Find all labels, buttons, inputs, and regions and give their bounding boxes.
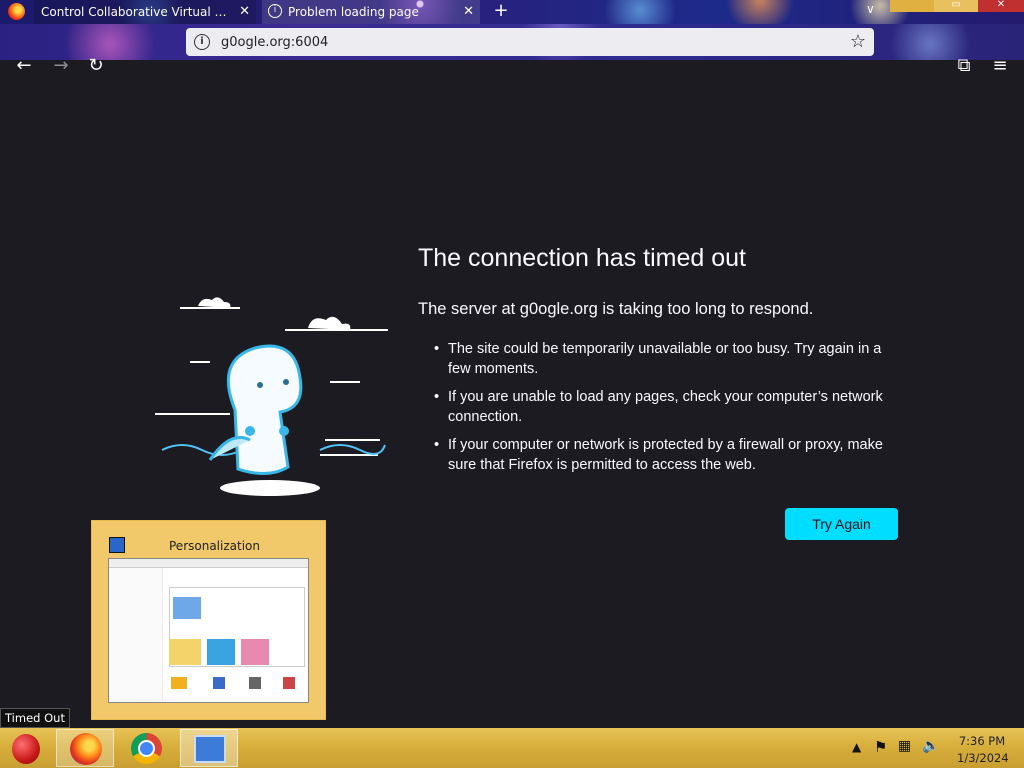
forward-icon[interactable]: → (50, 55, 72, 77)
chrome-icon (131, 733, 162, 764)
suggestion-item: If your computer or network is protected… (432, 435, 902, 475)
clock-time[interactable]: 7:36 PM (957, 734, 1007, 748)
list-tabs-icon[interactable]: ∨ (866, 2, 875, 16)
bookmark-star-icon[interactable]: ☆ (850, 31, 866, 52)
try-again-button[interactable]: Try Again (785, 508, 898, 540)
info-icon: i (268, 4, 282, 18)
menu-icon[interactable]: ≡ (989, 55, 1011, 77)
christmas-ornament-icon (12, 734, 40, 764)
firefox-icon (70, 733, 102, 765)
start-button[interactable] (0, 729, 52, 767)
window-controls: ▭ ✕ (890, 0, 1024, 12)
clock-date[interactable]: 1/3/2024 (957, 751, 1009, 765)
taskbar-control-panel[interactable] (180, 729, 238, 767)
window-preview[interactable] (108, 558, 309, 703)
tab-label: Problem loading page (288, 5, 419, 19)
show-hidden-icons[interactable]: ▲ (852, 740, 861, 754)
extensions-icon[interactable]: ⧉ (953, 55, 975, 77)
control-panel-icon (194, 735, 226, 763)
tooltip: Timed Out (0, 708, 70, 728)
taskbar-firefox[interactable] (56, 729, 114, 767)
action-center-flag-icon[interactable]: ⚑ (874, 738, 887, 756)
tab-problem-loading[interactable]: i Problem loading page ✕ (262, 0, 480, 24)
url-bar[interactable]: i g0ogle.org:6004 ☆ (186, 28, 874, 56)
maximize-button[interactable]: ▭ (934, 0, 978, 12)
error-suggestions: The site could be temporarily unavailabl… (432, 339, 902, 483)
tab-label: Control Collaborative Virtual Machine (41, 5, 231, 19)
personalization-icon (109, 537, 125, 553)
timeout-dino-illustration (155, 297, 388, 496)
reload-icon[interactable]: ↻ (85, 55, 107, 77)
thumbnail-title: Personalization (169, 539, 260, 553)
back-icon[interactable]: ← (13, 55, 35, 77)
taskbar-chrome[interactable] (118, 729, 176, 767)
taskbar-thumbnail-popup[interactable]: Personalization (91, 520, 326, 720)
close-window-button[interactable]: ✕ (978, 0, 1024, 12)
suggestion-item: If you are unable to load any pages, che… (432, 387, 902, 427)
network-icon[interactable]: ▦ (898, 738, 911, 754)
tab-control-collaborative[interactable]: Control Collaborative Virtual Machine ✕ (34, 0, 256, 24)
error-description: The server at g0ogle.org is taking too l… (418, 300, 814, 318)
site-info-icon[interactable]: i (194, 34, 210, 50)
suggestion-item: The site could be temporarily unavailabl… (432, 339, 902, 379)
new-tab-button[interactable]: + (492, 0, 510, 24)
tab-strip: Control Collaborative Virtual Machine ✕ … (0, 0, 1024, 24)
error-title: The connection has timed out (418, 244, 746, 272)
close-tab-icon[interactable]: ✕ (239, 4, 250, 20)
url-text[interactable]: g0ogle.org:6004 (221, 35, 328, 50)
close-tab-icon[interactable]: ✕ (463, 4, 474, 20)
minimize-button[interactable] (890, 0, 934, 12)
volume-muted-icon[interactable]: 🔈 (922, 738, 939, 754)
firefox-icon (8, 3, 25, 20)
taskbar (0, 728, 1024, 768)
